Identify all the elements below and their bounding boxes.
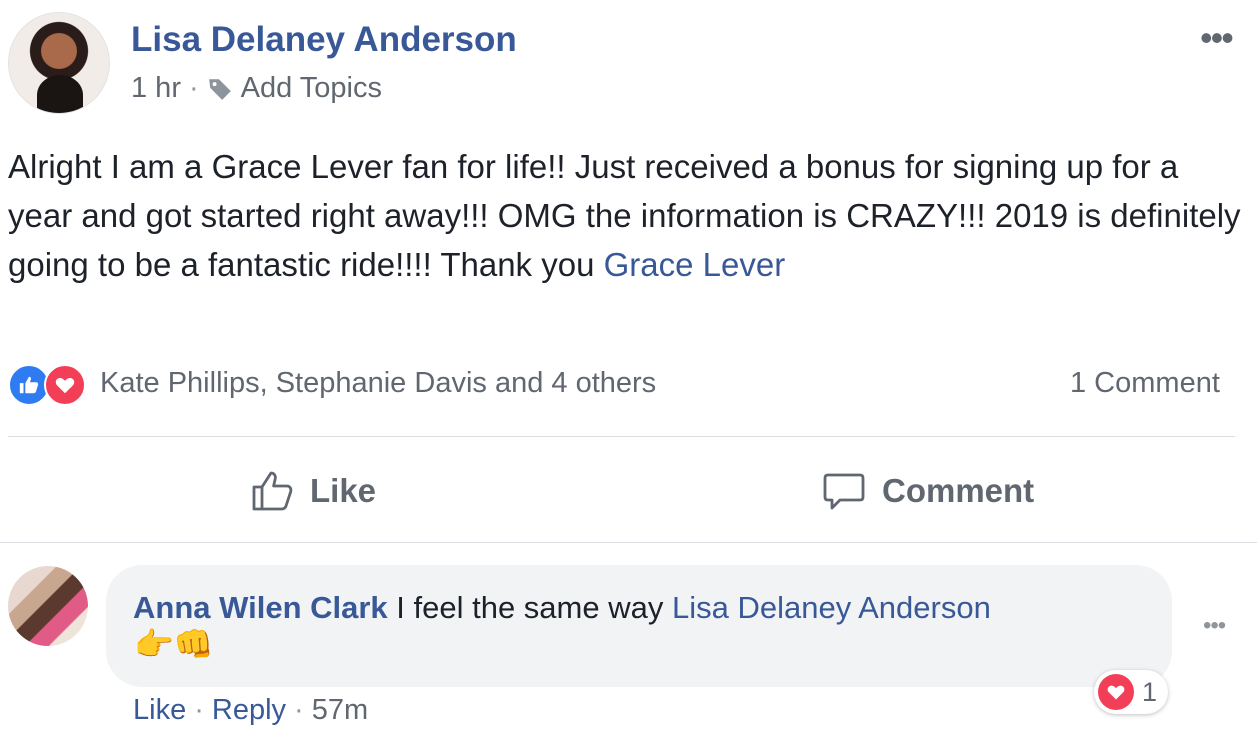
comment-bubble bbox=[106, 565, 1172, 687]
more-options-icon[interactable]: ••• bbox=[1200, 20, 1234, 56]
comment-actions: Like · Reply · 57m bbox=[133, 694, 368, 727]
post-author-name[interactable]: Lisa Delaney Anderson bbox=[131, 20, 517, 60]
add-topics-link[interactable]: Add Topics bbox=[241, 72, 382, 105]
author-avatar[interactable] bbox=[8, 12, 110, 114]
post-timestamp[interactable]: 1 hr bbox=[131, 72, 181, 105]
tag-icon[interactable] bbox=[207, 76, 233, 102]
divider bbox=[0, 542, 1257, 543]
comment-like-link[interactable]: Like bbox=[133, 694, 186, 727]
comment-timestamp[interactable]: 57m bbox=[312, 694, 368, 727]
comment-button-label: Comment bbox=[882, 472, 1035, 509]
comment-reaction-count: 1 bbox=[1142, 676, 1158, 707]
post-text: Alright I am a Grace Lever fan for life!… bbox=[8, 142, 1243, 289]
post-meta: 1 hr · Add Topics bbox=[131, 72, 382, 105]
comment-emojis: 👉👊 bbox=[134, 626, 214, 662]
like-button[interactable]: Like bbox=[248, 462, 376, 520]
post-mention-link[interactable]: Grace Lever bbox=[604, 246, 786, 283]
comment-button[interactable]: Comment bbox=[820, 462, 1034, 520]
comment-reply-link[interactable]: Reply bbox=[212, 694, 286, 727]
comment-reaction-badge[interactable]: 1 bbox=[1094, 670, 1168, 714]
comment-bubble-icon bbox=[820, 467, 868, 515]
action-separator: · bbox=[294, 694, 304, 726]
action-separator: · bbox=[194, 694, 204, 726]
comment-mention-link[interactable]: Lisa Delaney Anderson bbox=[672, 590, 991, 625]
reaction-icons[interactable] bbox=[8, 364, 86, 406]
like-button-label: Like bbox=[310, 472, 377, 509]
comment-more-options-icon[interactable]: ••• bbox=[1203, 612, 1226, 640]
commenter-avatar[interactable] bbox=[8, 566, 88, 646]
love-reaction-icon bbox=[44, 364, 86, 406]
meta-separator: · bbox=[188, 72, 199, 104]
thumbs-up-icon bbox=[248, 467, 296, 515]
love-reaction-icon bbox=[1098, 674, 1134, 710]
divider bbox=[8, 436, 1235, 437]
comment-body: I feel the same way bbox=[387, 590, 672, 625]
comment-count[interactable]: 1 Comment bbox=[1070, 367, 1220, 400]
reactors-list[interactable]: Kate Phillips, Stephanie Davis and 4 oth… bbox=[100, 367, 656, 400]
commenter-name[interactable]: Anna Wilen Clark bbox=[133, 590, 388, 625]
comment-text: Anna Wilen Clark I feel the same way Lis… bbox=[133, 590, 991, 626]
